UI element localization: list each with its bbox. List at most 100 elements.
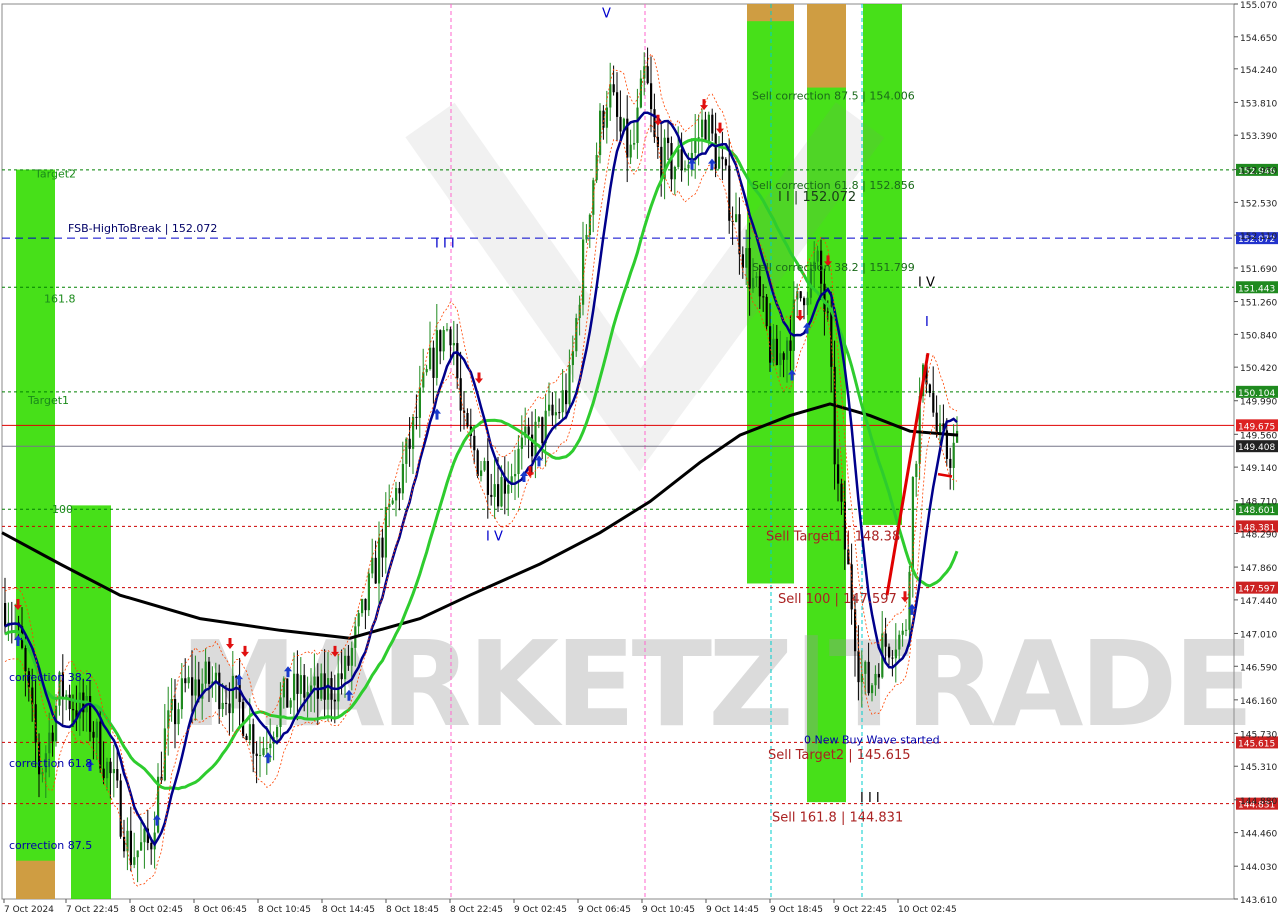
candle-body: [643, 66, 646, 79]
candle-body: [711, 114, 714, 134]
candle-body: [133, 857, 136, 865]
candle-body: [752, 277, 755, 289]
candle-body: [143, 828, 146, 843]
chart-annotation: Sell correction 87.5 | 154.006: [752, 89, 915, 102]
candle-body: [823, 283, 826, 312]
candle-body: [806, 297, 809, 306]
candle-body: [932, 392, 935, 413]
candle-body: [507, 484, 510, 494]
candle-body: [888, 646, 891, 658]
candle-body: [106, 761, 109, 779]
candle-body: [561, 390, 564, 413]
candle-body: [68, 694, 71, 710]
candle-body: [163, 728, 166, 781]
level-price-label: 149.408: [1238, 443, 1275, 453]
candle-body: [707, 114, 710, 142]
candle-body: [476, 450, 479, 476]
candle-body: [799, 291, 802, 299]
candle-body: [871, 685, 874, 694]
candle-body: [303, 675, 306, 698]
candle-body: [55, 705, 58, 742]
candle-body: [537, 417, 540, 422]
candle-body: [265, 748, 268, 750]
candle-body: [633, 143, 636, 145]
candle-body: [677, 149, 680, 167]
candle-body: [204, 661, 207, 684]
candle-body: [779, 353, 782, 366]
candle-body: [619, 116, 622, 132]
chart-annotation: Sell Target2 | 145.615: [768, 748, 911, 763]
candle-body: [167, 710, 170, 729]
candle-body: [673, 166, 676, 180]
y-tick-label: 153.390: [1240, 132, 1277, 142]
candle-body: [248, 724, 251, 741]
candle-body: [95, 721, 98, 738]
x-tick-label: 10 Oct 02:45: [898, 905, 957, 915]
candle-body: [514, 473, 517, 477]
y-tick-label: 152.110: [1240, 232, 1277, 242]
candle-body: [320, 673, 323, 699]
candle-body: [718, 156, 721, 169]
chart-annotation: Sell correction 38.2 | 151.799: [752, 261, 915, 274]
candle-body: [775, 338, 778, 366]
candle-body: [422, 372, 425, 388]
candle-body: [874, 673, 877, 686]
candle-body: [119, 780, 122, 837]
candle-body: [636, 107, 639, 144]
candle-body: [408, 438, 411, 449]
chart-annotation: Target1: [27, 394, 69, 407]
candle-body: [541, 417, 544, 444]
candle-body: [299, 675, 302, 694]
candle-body: [480, 470, 483, 476]
candle-body: [616, 92, 619, 117]
y-tick-label: 144.030: [1240, 863, 1277, 873]
candle-body: [782, 353, 785, 360]
candle-body: [891, 657, 894, 659]
candle-body: [952, 442, 955, 468]
candle-body: [446, 329, 449, 331]
chart-annotation: V: [602, 6, 611, 21]
candle-body: [833, 366, 836, 465]
candle-body: [381, 537, 384, 558]
y-tick-label: 148.710: [1240, 498, 1277, 508]
candle-body: [293, 673, 296, 701]
candle-body: [136, 850, 139, 858]
y-tick-label: 147.010: [1240, 630, 1277, 640]
candle-body: [174, 699, 177, 725]
candle-body: [473, 435, 476, 451]
candle-body: [24, 647, 27, 672]
candle-body: [745, 248, 748, 268]
candle-body: [724, 159, 727, 166]
y-tick-label: 154.240: [1240, 66, 1277, 76]
candle-body: [901, 630, 904, 635]
candle-body: [826, 311, 829, 313]
chart-annotation: 161.8: [44, 292, 76, 305]
candle-body: [629, 144, 632, 158]
price-chart[interactable]: MARKETZ|TRADE152.946152.072151.443150.10…: [0, 0, 1280, 920]
y-tick-label: 152.950: [1240, 167, 1277, 177]
chart-annotation: Sell 161.8 | 144.831: [772, 811, 903, 826]
chart-annotation: 100: [52, 503, 73, 516]
level-price-label: 151.443: [1238, 284, 1275, 294]
candle-body: [276, 727, 279, 738]
chart-annotation: correction 61.8: [9, 757, 92, 770]
level-price-label: 148.601: [1238, 506, 1275, 516]
candle-body: [225, 702, 228, 704]
candle-body: [548, 404, 551, 411]
x-tick-label: 8 Oct 06:45: [194, 905, 247, 915]
candle-body: [915, 463, 918, 478]
candle-body: [830, 311, 833, 367]
candle-body: [412, 416, 415, 449]
chart-annotation: I I I: [435, 237, 455, 252]
candle-body: [884, 633, 887, 647]
candle-body: [99, 721, 102, 769]
x-tick-label: 7 Oct 2024: [4, 905, 54, 915]
x-tick-label: 8 Oct 18:45: [386, 905, 439, 915]
candle-body: [741, 254, 744, 268]
level-price-label: 147.597: [1238, 585, 1275, 595]
candle-body: [425, 369, 428, 373]
candle-body: [187, 677, 190, 684]
candle-body: [816, 250, 819, 262]
candle-body: [102, 768, 105, 779]
x-tick-label: 9 Oct 10:45: [642, 905, 695, 915]
